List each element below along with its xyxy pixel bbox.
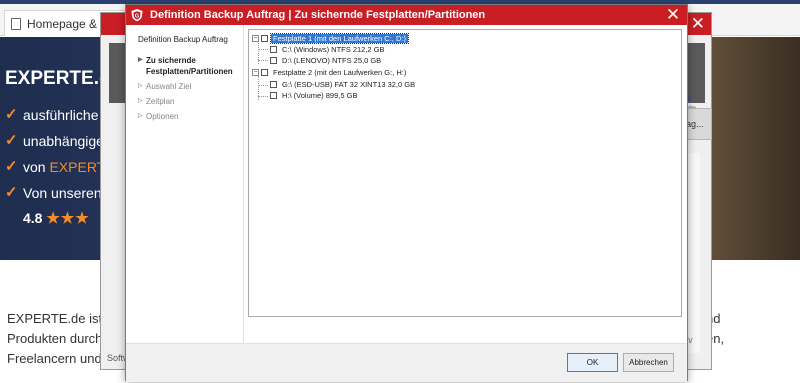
dialog-footer: OK Abbrechen xyxy=(126,343,687,382)
rating-value: 4.8 xyxy=(23,210,43,226)
star-icons: ★★★ xyxy=(46,210,90,227)
chevron-right-icon: ▷ xyxy=(138,83,143,89)
rating: 4.8 ★★★ xyxy=(23,209,90,227)
chevron-right-icon: ▷ xyxy=(138,98,143,104)
partition-label[interactable]: G:\ (ESD-USB) FAT 32 XINT13 32,0 GB xyxy=(280,80,417,89)
step-options[interactable]: ▷ Optionen xyxy=(138,111,242,122)
disk-checkbox[interactable] xyxy=(261,69,268,76)
disk-label[interactable]: Festplatte 1 (mit den Laufwerken C:, D:) xyxy=(270,33,409,44)
page-icon xyxy=(11,17,21,30)
feature-item: ✓ unabhängige xyxy=(5,132,104,149)
tree-node-disk[interactable]: − Festplatte 1 (mit den Laufwerken C:, D… xyxy=(252,33,409,44)
step-schedule[interactable]: ▷ Zeitplan xyxy=(138,96,242,107)
tree-node-partition[interactable]: H:\ (Volume) 899,5 GB xyxy=(270,90,359,101)
svg-text:G: G xyxy=(135,14,139,20)
tree-connector xyxy=(258,49,268,50)
tree-connector xyxy=(258,85,268,86)
wizard-sidebar: Definition Backup Auftrag ▶ Zu sichernde… xyxy=(126,25,244,343)
disk-checkbox[interactable] xyxy=(261,35,268,42)
collapse-icon[interactable]: − xyxy=(252,69,259,76)
dialog-titlebar[interactable]: G Definition Backup Auftrag | Zu sichern… xyxy=(126,5,687,25)
cancel-button[interactable]: Abbrechen xyxy=(623,353,674,372)
feature-item: ✓ ausführliche F xyxy=(5,106,111,123)
disk-label[interactable]: Festplatte 2 (mit den Laufwerken G:, H:) xyxy=(271,68,408,77)
backup-definition-dialog: G Definition Backup Auftrag | Zu sichern… xyxy=(125,4,688,382)
partition-checkbox[interactable] xyxy=(270,57,277,64)
shield-logo-icon: G xyxy=(131,9,143,22)
check-icon: ✓ xyxy=(5,184,18,201)
partition-checkbox[interactable] xyxy=(270,92,277,99)
chevron-right-icon: ▶ xyxy=(138,57,143,63)
dialog-title: Definition Backup Auftrag | Zu sichernde… xyxy=(150,9,486,21)
tree-node-partition[interactable]: G:\ (ESD-USB) FAT 32 XINT13 32,0 GB xyxy=(270,79,417,90)
close-icon[interactable]: ✕ xyxy=(691,14,705,34)
feature-list: ✓ ausführliche F ✓ unabhängige ✓ von EXP… xyxy=(5,106,111,210)
tree-node-partition[interactable]: C:\ (Windows) NTFS 212,2 GB xyxy=(270,44,387,55)
wizard-steps: ▶ Zu sichernde Festplatten/Partitionen ▷… xyxy=(138,55,242,126)
collapse-icon[interactable]: − xyxy=(252,35,259,42)
check-icon: ✓ xyxy=(5,106,18,123)
step-disks-partitions[interactable]: ▶ Zu sichernde Festplatten/Partitionen xyxy=(138,55,242,77)
sidebar-title: Definition Backup Auftrag xyxy=(138,35,228,44)
partition-checkbox[interactable] xyxy=(270,81,277,88)
step-target[interactable]: ▷ Auswahl Ziel xyxy=(138,81,242,92)
ok-button[interactable]: OK xyxy=(567,353,618,372)
scrollbar[interactable] xyxy=(686,153,700,353)
tree-node-partition[interactable]: D:\ (LENOVO) NTFS 25,0 GB xyxy=(270,55,383,66)
chevron-right-icon: ▷ xyxy=(138,113,143,119)
tree-connector xyxy=(258,60,268,61)
close-icon[interactable]: ✕ xyxy=(664,5,682,25)
feature-item: ✓ von EXPERT xyxy=(5,158,106,175)
disk-tree: − Festplatte 1 (mit den Laufwerken C:, D… xyxy=(248,29,682,317)
partition-label[interactable]: C:\ (Windows) NTFS 212,2 GB xyxy=(280,45,387,54)
partition-label[interactable]: D:\ (LENOVO) NTFS 25,0 GB xyxy=(280,56,383,65)
check-icon: ✓ xyxy=(5,158,18,175)
dialog-content: − Festplatte 1 (mit den Laufwerken C:, D… xyxy=(244,25,687,343)
feature-item: ✓ Von unseren xyxy=(5,184,102,201)
tree-connector xyxy=(258,96,268,97)
check-icon: ✓ xyxy=(5,132,18,149)
tree-node-disk[interactable]: − Festplatte 2 (mit den Laufwerken G:, H… xyxy=(252,67,408,78)
partition-checkbox[interactable] xyxy=(270,46,277,53)
partition-label[interactable]: H:\ (Volume) 899,5 GB xyxy=(280,91,359,100)
